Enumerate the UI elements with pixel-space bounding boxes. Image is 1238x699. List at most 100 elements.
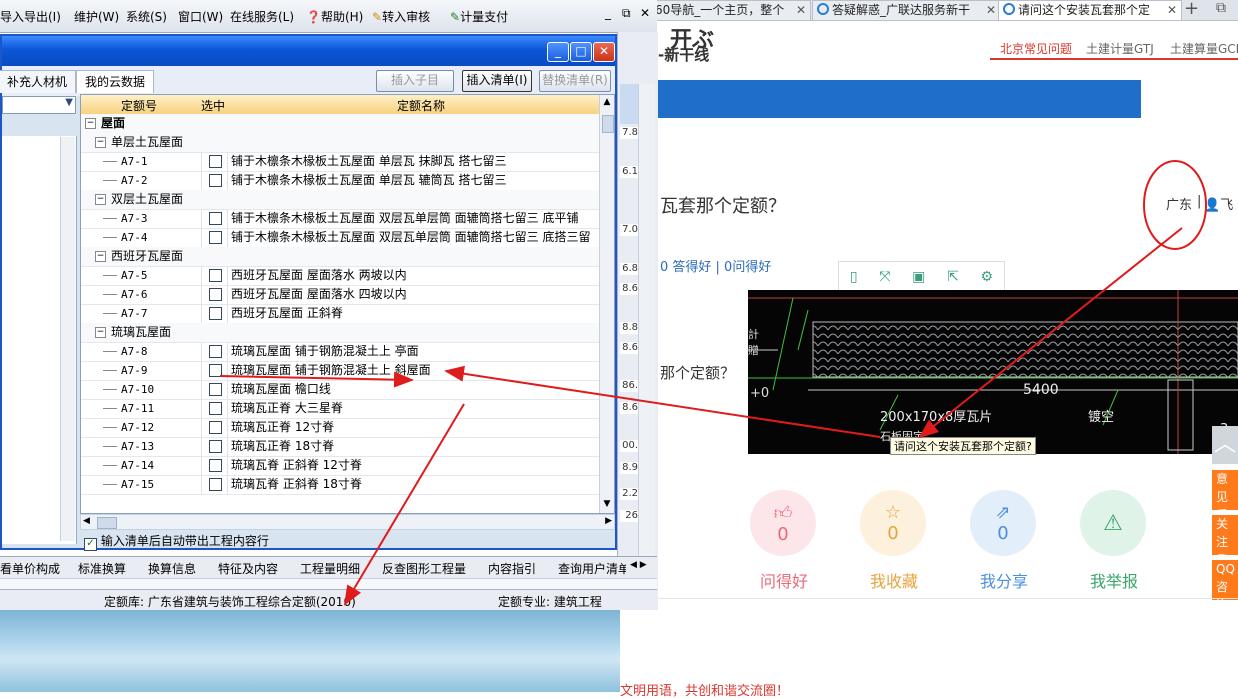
browser-tab-active[interactable]: 请问这个安装瓦套那个定 ✕: [998, 0, 1182, 20]
follow-button[interactable]: 关注我们: [1212, 515, 1238, 555]
collapse-icon[interactable]: −: [85, 118, 96, 129]
close-icon[interactable]: ✕: [1167, 1, 1177, 19]
tree-group[interactable]: − 单层土瓦屋面: [81, 133, 601, 153]
select-checkbox[interactable]: [209, 174, 222, 187]
tree-group[interactable]: − 双层土瓦屋面: [81, 190, 601, 210]
menu-import-export[interactable]: 导入导出(I): [0, 8, 61, 25]
menu-maintain[interactable]: 维护(W): [74, 8, 119, 25]
collapse-icon[interactable]: −: [95, 251, 106, 262]
arrow-left-icon[interactable]: ◀: [83, 516, 90, 526]
menu-system[interactable]: 系统(S): [126, 8, 167, 25]
select-checkbox[interactable]: [209, 383, 222, 396]
menu-payment[interactable]: ✎计量支付: [450, 8, 508, 25]
tab-graphic-quantity[interactable]: 反查图形工程量: [382, 560, 466, 577]
tree-root[interactable]: − 屋面: [81, 114, 601, 134]
browser-tab-1[interactable]: 60导航_一个主页，整个 ✕: [650, 0, 811, 20]
select-checkbox[interactable]: [209, 459, 222, 472]
select-checkbox[interactable]: [209, 478, 222, 491]
tree-group[interactable]: − 西班牙瓦屋面: [81, 247, 601, 267]
select-checkbox[interactable]: [209, 212, 222, 225]
tab-quantity-detail[interactable]: 工程量明细: [300, 560, 360, 577]
arrow-down-icon[interactable]: ▼: [601, 499, 613, 511]
scroll-thumb[interactable]: [602, 115, 614, 133]
select-checkbox[interactable]: [209, 231, 222, 244]
tab-price-composition[interactable]: 看单价构成: [0, 560, 60, 577]
quota-row[interactable]: A7-8 琉璃瓦屋面 铺于钢筋混凝土上 亭面: [81, 342, 601, 362]
close-icon[interactable]: ✕: [986, 1, 996, 19]
nav-link-beijing[interactable]: 北京常见问题: [1000, 40, 1072, 57]
report-button[interactable]: ⚠ 我举报: [1080, 490, 1148, 592]
quota-row[interactable]: A7-11 琉璃瓦正脊 大三星脊: [81, 399, 601, 419]
select-checkbox[interactable]: [209, 402, 222, 415]
select-checkbox[interactable]: [209, 440, 222, 453]
tab-scroll-icon[interactable]: ◀ ▶: [630, 560, 647, 570]
new-tab-icon[interactable]: +: [1184, 0, 1199, 19]
vertical-scrollbar[interactable]: ▲ ▼: [599, 95, 614, 513]
favorite-button[interactable]: ☆ 0 我收藏: [860, 490, 928, 592]
qq-button[interactable]: QQ咨询: [1212, 560, 1238, 600]
select-checkbox[interactable]: [209, 345, 222, 358]
quota-row[interactable]: A7-14 琉璃瓦脊 正斜脊 12寸脊: [81, 456, 601, 476]
browser-tab-2[interactable]: 答疑解惑_广联达服务新干 ✕: [812, 0, 1001, 20]
tab-content-guide[interactable]: 内容指引: [488, 560, 536, 577]
horizontal-scrollbar[interactable]: ◀ ▶: [80, 514, 615, 530]
scrollbar[interactable]: [638, 84, 655, 574]
question-image[interactable]: 計贈 +0 5400 200x170x8厚瓦片 镀空 石板固定 3: [748, 290, 1238, 454]
select-checkbox[interactable]: [209, 155, 222, 168]
select-checkbox[interactable]: [209, 288, 222, 301]
collapse-icon[interactable]: −: [95, 327, 106, 338]
original-size-icon[interactable]: ▯: [850, 269, 858, 285]
settings-icon[interactable]: ⚙: [981, 269, 994, 285]
collapse-icon[interactable]: −: [95, 194, 106, 205]
close-icon[interactable]: ✕: [796, 1, 806, 19]
quota-row[interactable]: A7-9 琉璃瓦屋面 铺于钢筋混凝土上 斜屋面: [81, 361, 601, 381]
insert-list-button[interactable]: 插入清单(I): [462, 70, 532, 92]
tab-features[interactable]: 特征及内容: [218, 560, 278, 577]
auto-bring-checkbox[interactable]: ✓ 输入清单后自动带出工程内容行: [84, 532, 269, 551]
menu-online[interactable]: 在线服务(L): [230, 8, 294, 25]
like-button[interactable]: 👍︎ 0 问得好: [750, 490, 818, 592]
menu-help[interactable]: ❓帮助(H): [306, 8, 363, 25]
select-checkbox[interactable]: [209, 421, 222, 434]
tab-list-icon[interactable]: ⧉: [1216, 0, 1226, 16]
replace-list-button[interactable]: 替换清单(R): [539, 70, 611, 92]
quota-row[interactable]: A7-2 铺于木檩条木椽板土瓦屋面 单层瓦 辘筒瓦 搭七留三: [81, 171, 601, 191]
feedback-button[interactable]: 意见反馈: [1212, 470, 1238, 510]
quota-row[interactable]: A7-10 琉璃瓦屋面 檐口线: [81, 380, 601, 400]
tree-group[interactable]: − 琉璃瓦屋面: [81, 323, 601, 343]
scrollbar[interactable]: [60, 137, 75, 541]
quota-row[interactable]: A7-12 琉璃瓦正脊 12寸脊: [81, 418, 601, 438]
tab-standard-conversion[interactable]: 标准换算: [78, 560, 126, 577]
quota-row[interactable]: A7-1 铺于木檩条木椽板土瓦屋面 单层瓦 抹脚瓦 搭七留三: [81, 152, 601, 172]
tab-cloud-data[interactable]: 我的云数据: [76, 70, 155, 93]
arrow-right-icon[interactable]: ▶: [605, 516, 612, 526]
quota-row[interactable]: A7-4 铺于木檩条木椽板土瓦屋面 双层瓦单层筒 面辘筒搭七留三 底搭三留: [81, 228, 601, 248]
quota-row[interactable]: A7-15 琉璃瓦脊 正斜脊 18寸脊: [81, 475, 601, 495]
nav-link-gtj[interactable]: 土建计量GTJ: [1086, 40, 1154, 57]
collapse-icon[interactable]: −: [95, 137, 106, 148]
tab-conversion-info[interactable]: 换算信息: [148, 560, 196, 577]
close-icon[interactable]: ✕: [593, 42, 615, 62]
chapter-tree[interactable]: [2, 136, 77, 544]
minimize-icon[interactable]: _: [605, 6, 611, 20]
minimize-icon[interactable]: _: [547, 42, 569, 62]
back-to-top-button[interactable]: ︿: [1212, 426, 1238, 464]
library-select[interactable]: ▼: [2, 96, 76, 114]
tab-user-list[interactable]: 查询用户清单: [558, 560, 626, 577]
tab-supplement[interactable]: 补充人材机: [0, 70, 77, 93]
open-external-icon[interactable]: ⇱: [947, 269, 959, 285]
nav-link-gcl[interactable]: 土建算量GCL: [1170, 40, 1238, 57]
fit-screen-icon[interactable]: ⤧: [879, 269, 890, 285]
select-checkbox[interactable]: [209, 364, 222, 377]
menu-window[interactable]: 窗口(W): [178, 8, 223, 25]
insert-child-button[interactable]: 插入子目: [376, 70, 454, 92]
quota-row[interactable]: A7-7 西班牙瓦屋面 正斜脊: [81, 304, 601, 324]
select-checkbox[interactable]: [209, 307, 222, 320]
user-name[interactable]: 👤飞: [1204, 194, 1233, 213]
quota-row[interactable]: A7-3 铺于木檩条木椽板土瓦屋面 双层瓦单层筒 面辘筒搭七留三 底平铺: [81, 209, 601, 229]
quota-row[interactable]: A7-5 西班牙瓦屋面 屋面落水 两坡以内: [81, 266, 601, 286]
maximize-icon[interactable]: □: [570, 42, 592, 62]
arrow-up-icon[interactable]: ▲: [601, 97, 613, 109]
scroll-thumb[interactable]: [97, 517, 117, 529]
select-checkbox[interactable]: [209, 269, 222, 282]
